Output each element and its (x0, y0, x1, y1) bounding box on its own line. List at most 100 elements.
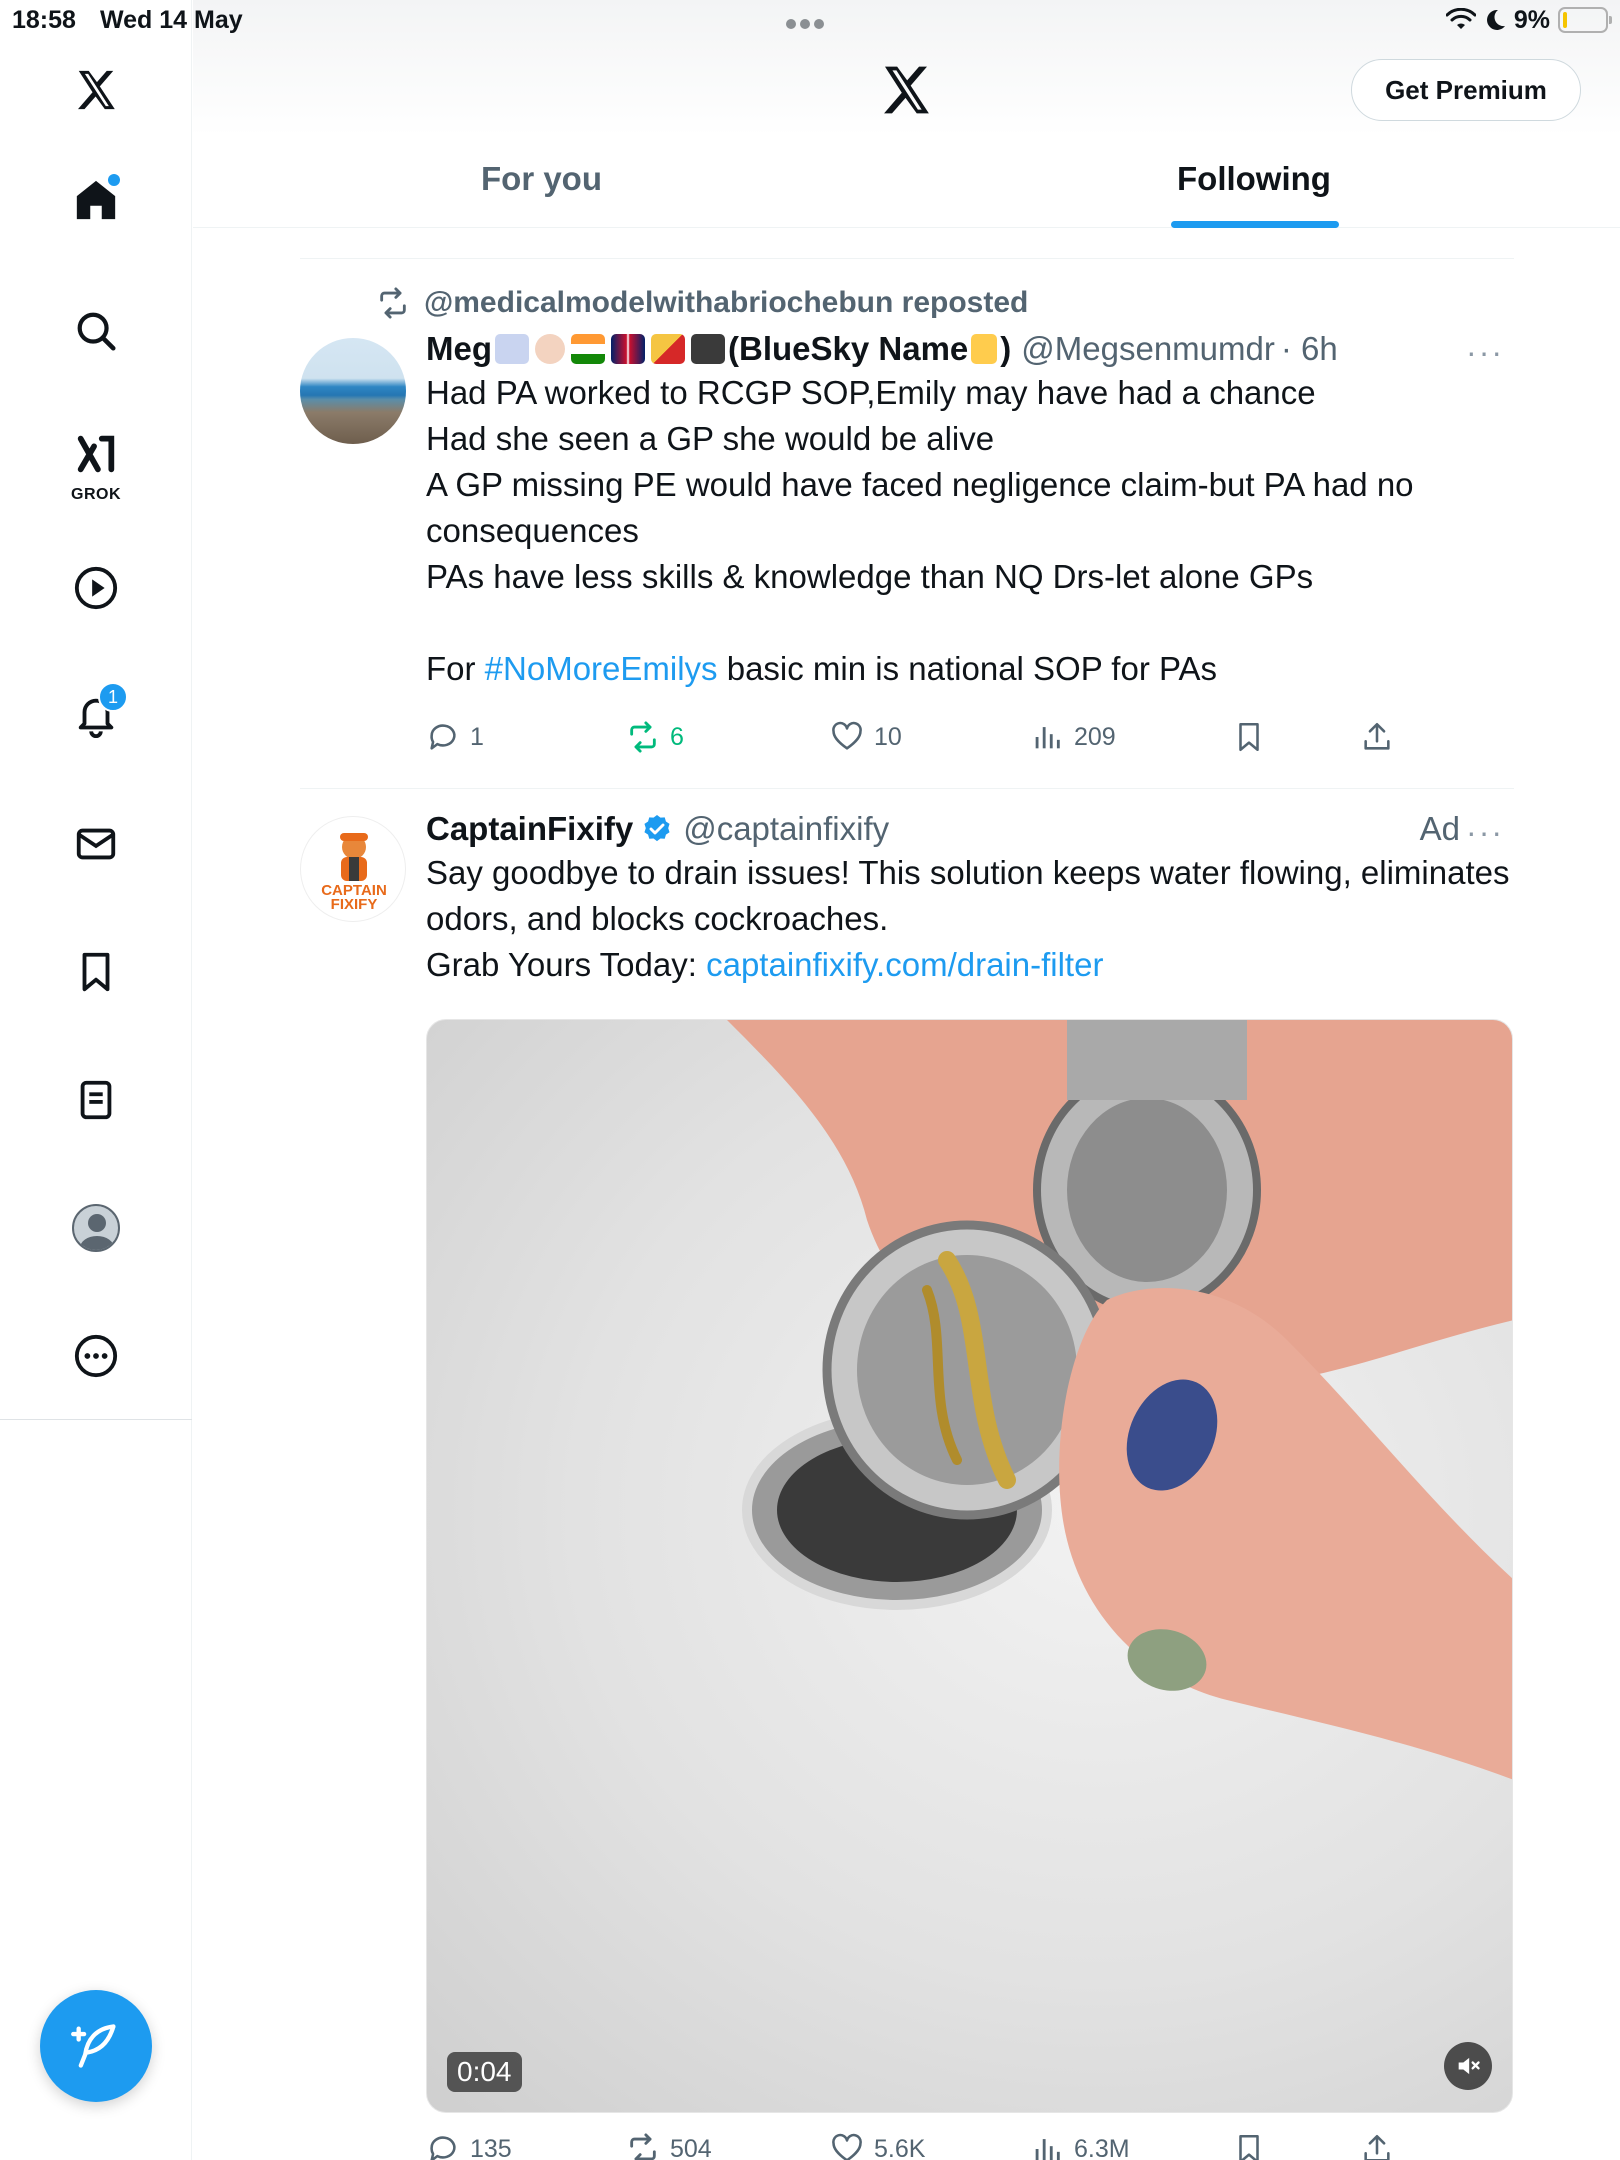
search-icon (77, 312, 116, 351)
tweet-text-main: Had PA worked to RCGP SOP,Emily may have… (426, 374, 1414, 687)
repost-count: 504 (670, 2134, 712, 2160)
nav-video[interactable] (56, 548, 136, 628)
compose-button[interactable] (40, 1990, 152, 2102)
tweet-text[interactable]: Had PA worked to RCGP SOP,Emily may have… (426, 370, 1516, 692)
india-flag-icon (571, 334, 605, 364)
nav-notifications[interactable]: 1 (56, 676, 136, 756)
nav-profile[interactable] (56, 1188, 136, 1268)
share-button[interactable] (1360, 720, 1394, 754)
nav-more[interactable] (56, 1316, 136, 1396)
ad-video[interactable]: 0:04 (426, 1019, 1513, 2113)
tab-following[interactable]: Following (1177, 160, 1331, 198)
ad-tweet-body: CaptainFixify @captainfixify Ad ··· Say … (426, 810, 1516, 988)
repost-button[interactable]: 504 (626, 2132, 712, 2160)
bookmark-icon (1239, 722, 1259, 752)
ad-tweet-text[interactable]: Say goodbye to drain issues! This soluti… (426, 850, 1516, 988)
reply-count: 1 (470, 722, 484, 751)
ad-tweet-header: CaptainFixify @captainfixify (426, 810, 1516, 848)
status-indicators: 9% (1445, 4, 1612, 36)
ad-tweet-actions: 135 504 5.6K 6.3M (426, 2132, 1426, 2160)
bookmark-button[interactable] (1232, 2132, 1266, 2160)
views-chart-icon (1035, 2139, 1060, 2160)
messages-icon (76, 828, 116, 860)
like-count: 10 (874, 722, 902, 751)
advertiser-name[interactable]: CaptainFixify (426, 810, 633, 848)
tweet-time[interactable]: · 6h (1281, 330, 1338, 368)
x-logo-icon[interactable] (878, 62, 934, 118)
tweet-divider (300, 788, 1514, 789)
author-name[interactable]: Meg (426, 330, 492, 368)
profile-icon (72, 1204, 120, 1252)
repost-icon (630, 2133, 656, 2160)
reply-button[interactable]: 135 (426, 2132, 512, 2160)
tweet-actions: 1 6 10 209 (426, 720, 1426, 760)
share-icon (1364, 2134, 1390, 2160)
x-logo-icon[interactable] (56, 50, 136, 130)
nav-lists[interactable] (56, 1060, 136, 1140)
tweet-body: Meg (BlueSky Name ) @Megsenmumdr · 6h ··… (426, 330, 1516, 692)
battery-percent: 9% (1513, 5, 1550, 34)
views-count: 6.3M (1074, 2134, 1130, 2160)
nav-home[interactable] (56, 160, 136, 240)
advertiser-handle[interactable]: @captainfixify (683, 810, 889, 848)
active-tab-indicator (1171, 221, 1339, 228)
views-button[interactable]: 6.3M (1030, 2132, 1130, 2160)
feed-divider (300, 258, 1514, 259)
speaker-muted-icon (1458, 2057, 1480, 2075)
bookmark-icon (1239, 2134, 1259, 2160)
video-timecode: 0:04 (447, 2052, 522, 2092)
wifi-icon (1445, 8, 1476, 29)
family-emoji-icon (495, 334, 529, 364)
home-unread-dot (108, 174, 120, 186)
nav-messages[interactable] (56, 804, 136, 884)
repost-context[interactable]: @medicalmodelwithabriochebun reposted (376, 286, 1028, 320)
video-frame-drain-filter (727, 1020, 1512, 1780)
hashtag-link[interactable]: #NoMoreEmilys (485, 650, 718, 687)
notifications-badge: 1 (98, 682, 128, 712)
like-button[interactable]: 5.6K (830, 2132, 925, 2160)
tweet-header: Meg (BlueSky Name ) @Megsenmumdr · 6h (426, 330, 1516, 368)
grok-label: GROK (71, 486, 121, 503)
views-button[interactable]: 209 (1030, 720, 1116, 754)
nav-grok[interactable]: GROK (56, 420, 136, 510)
left-sidebar: GROK 1 (0, 0, 192, 2160)
bookmark-button[interactable] (1232, 720, 1266, 754)
reply-button[interactable]: 1 (426, 720, 484, 754)
verified-badge-icon (644, 815, 670, 842)
repost-button[interactable]: 6 (626, 720, 684, 754)
share-icon (1364, 722, 1390, 750)
ad-link[interactable]: captainfixify.com/drain-filter (706, 946, 1103, 983)
camera-emoji-icon (691, 334, 725, 364)
author-handle[interactable]: @Megsenmumdr (1021, 330, 1275, 368)
sidebar-divider (0, 1419, 192, 1420)
multitasking-dots-icon[interactable] (786, 16, 832, 29)
repost-icon (380, 287, 406, 319)
status-bar: 18:58 Wed 14 May 9% (0, 0, 1620, 40)
views-chart-icon (1035, 727, 1060, 749)
more-options-icon[interactable]: ··· (1466, 334, 1504, 371)
uk-flag-icon (611, 334, 645, 364)
heart-icon (832, 721, 862, 750)
author-avatar[interactable] (300, 338, 406, 444)
get-premium-button[interactable]: Get Premium (1351, 59, 1581, 121)
cricket-emoji-icon (651, 334, 685, 364)
like-count: 5.6K (874, 2134, 926, 2160)
nav-explore[interactable] (56, 291, 136, 371)
more-options-icon[interactable]: ··· (1466, 814, 1504, 851)
like-button[interactable]: 10 (830, 720, 902, 754)
share-button[interactable] (1360, 2132, 1394, 2160)
repost-by-label: @medicalmodelwithabriochebun reposted (424, 286, 1029, 319)
captain-fixify-logo: CAPTAIN FIXIFY (321, 833, 387, 913)
lists-icon (80, 1080, 112, 1120)
pointing-down-emoji-icon (971, 334, 998, 364)
heart-icon (832, 2133, 862, 2160)
status-date: Wed 14 May (100, 6, 243, 34)
nav-bookmarks[interactable] (56, 932, 136, 1012)
reply-icon (430, 724, 456, 750)
advertiser-avatar[interactable]: CAPTAIN FIXIFY (300, 816, 406, 922)
bookmarks-icon (82, 952, 110, 992)
reply-icon (430, 2136, 456, 2160)
mute-button[interactable] (1444, 2042, 1492, 2090)
reply-count: 135 (470, 2134, 512, 2160)
tab-for-you[interactable]: For you (481, 160, 602, 198)
